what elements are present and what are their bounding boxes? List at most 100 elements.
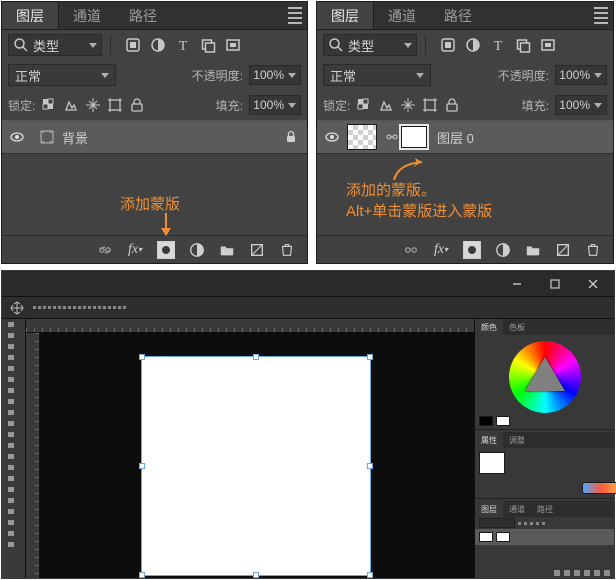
- mini-select[interactable]: [479, 518, 515, 528]
- filter-shape-icon[interactable]: [200, 37, 216, 53]
- tool-item[interactable]: [2, 319, 26, 330]
- layer-filter-select[interactable]: 类型: [323, 34, 417, 56]
- tool-item[interactable]: [2, 517, 26, 528]
- filter-smartobject-icon[interactable]: [225, 37, 241, 53]
- new-group-icon[interactable]: [525, 242, 541, 258]
- tool-item[interactable]: [2, 363, 26, 374]
- transform-handle[interactable]: [139, 463, 145, 469]
- link-layers-icon[interactable]: [97, 242, 113, 258]
- window-minimize-button[interactable]: [500, 273, 534, 295]
- tab-layers[interactable]: 图层: [2, 2, 59, 29]
- tab-color[interactable]: 颜色: [475, 319, 503, 335]
- filter-pixel-icon[interactable]: [125, 37, 141, 53]
- lock-artboard-icon[interactable]: [422, 97, 438, 113]
- tool-item[interactable]: [2, 330, 26, 341]
- tab-channels[interactable]: 通道: [374, 2, 430, 29]
- tool-item[interactable]: [2, 374, 26, 385]
- transform-handle[interactable]: [367, 572, 373, 578]
- tool-item[interactable]: [2, 506, 26, 517]
- document-stage[interactable]: [40, 333, 474, 578]
- opacity-input[interactable]: 100%: [555, 65, 607, 85]
- transform-handle[interactable]: [139, 354, 145, 360]
- tool-item[interactable]: [2, 407, 26, 418]
- tool-item[interactable]: [2, 539, 26, 550]
- tab-swatches[interactable]: 色板: [503, 319, 531, 335]
- tool-item[interactable]: [2, 528, 26, 539]
- tool-item[interactable]: [2, 418, 26, 429]
- filter-smartobject-icon[interactable]: [540, 37, 556, 53]
- filter-type-icon[interactable]: T: [490, 37, 506, 53]
- tool-item[interactable]: [2, 385, 26, 396]
- lock-transparent-icon[interactable]: [356, 97, 372, 113]
- window-close-button[interactable]: [576, 273, 610, 295]
- transform-handle[interactable]: [367, 463, 373, 469]
- tool-item[interactable]: [2, 462, 26, 473]
- mask-preview[interactable]: [479, 452, 505, 474]
- tool-item[interactable]: [2, 473, 26, 484]
- new-layer-icon[interactable]: [249, 242, 265, 258]
- tab-layers[interactable]: 图层: [317, 2, 374, 29]
- tool-item[interactable]: [2, 341, 26, 352]
- lock-image-icon[interactable]: [63, 97, 79, 113]
- transform-handle[interactable]: [253, 354, 259, 360]
- lock-image-icon[interactable]: [378, 97, 394, 113]
- lock-position-icon[interactable]: [400, 97, 416, 113]
- tab-paths[interactable]: 路径: [531, 501, 559, 517]
- mask-link-icon[interactable]: [385, 129, 399, 145]
- color-wheel[interactable]: [509, 341, 581, 413]
- layer-row[interactable]: 背景: [2, 120, 307, 154]
- transform-handle[interactable]: [139, 572, 145, 578]
- add-mask-button[interactable]: [463, 241, 481, 259]
- visibility-icon[interactable]: [2, 129, 32, 145]
- tool-item[interactable]: [2, 484, 26, 495]
- layer-style-icon[interactable]: fx▾: [433, 242, 449, 258]
- panel-menu-icon[interactable]: [589, 7, 613, 24]
- layer-row[interactable]: 图层 0: [317, 120, 613, 154]
- lock-all-icon[interactable]: [129, 97, 145, 113]
- delete-layer-icon[interactable]: [585, 242, 601, 258]
- filter-adjustment-icon[interactable]: [465, 37, 481, 53]
- tool-item[interactable]: [2, 440, 26, 451]
- tool-item[interactable]: [2, 451, 26, 462]
- filter-adjustment-icon[interactable]: [150, 37, 166, 53]
- fill-input[interactable]: 100%: [555, 95, 607, 115]
- filter-pixel-icon[interactable]: [440, 37, 456, 53]
- lock-artboard-icon[interactable]: [107, 97, 123, 113]
- blend-mode-select[interactable]: 正常: [8, 64, 116, 86]
- transform-box[interactable]: [141, 356, 371, 576]
- transform-handle[interactable]: [253, 572, 259, 578]
- tab-channels[interactable]: 通道: [59, 2, 115, 29]
- tab-properties[interactable]: 属性: [475, 432, 503, 448]
- adjustment-layer-icon[interactable]: [189, 242, 205, 258]
- tool-item[interactable]: [2, 396, 26, 407]
- swatch[interactable]: [479, 416, 493, 426]
- filter-shape-icon[interactable]: [515, 37, 531, 53]
- visibility-icon[interactable]: [317, 129, 347, 145]
- swatch[interactable]: [496, 416, 510, 426]
- panel-menu-icon[interactable]: [283, 7, 307, 24]
- tab-paths[interactable]: 路径: [430, 2, 486, 29]
- blend-mode-select[interactable]: 正常: [323, 64, 431, 86]
- tab-adjustments[interactable]: 调整: [503, 432, 531, 448]
- layer-thumbnail[interactable]: [347, 124, 377, 150]
- lock-all-icon[interactable]: [444, 97, 460, 113]
- tool-item[interactable]: [2, 495, 26, 506]
- delete-layer-icon[interactable]: [279, 242, 295, 258]
- new-layer-icon[interactable]: [555, 242, 571, 258]
- fill-input[interactable]: 100%: [249, 95, 301, 115]
- link-layers-icon[interactable]: [403, 242, 419, 258]
- tool-item[interactable]: [2, 429, 26, 440]
- opacity-input[interactable]: 100%: [249, 65, 301, 85]
- adjustment-layer-icon[interactable]: [495, 242, 511, 258]
- tab-layers[interactable]: 图层: [475, 501, 503, 517]
- add-mask-button[interactable]: [157, 241, 175, 259]
- tool-item[interactable]: [2, 352, 26, 363]
- lock-transparent-icon[interactable]: [41, 97, 57, 113]
- transform-handle[interactable]: [367, 354, 373, 360]
- tab-channels[interactable]: 通道: [503, 501, 531, 517]
- layer-filter-select[interactable]: 类型: [8, 34, 102, 56]
- layer-style-icon[interactable]: fx▾: [127, 242, 143, 258]
- layer-mask-thumbnail[interactable]: [399, 124, 429, 150]
- mini-layer-row[interactable]: [475, 529, 614, 545]
- lock-position-icon[interactable]: [85, 97, 101, 113]
